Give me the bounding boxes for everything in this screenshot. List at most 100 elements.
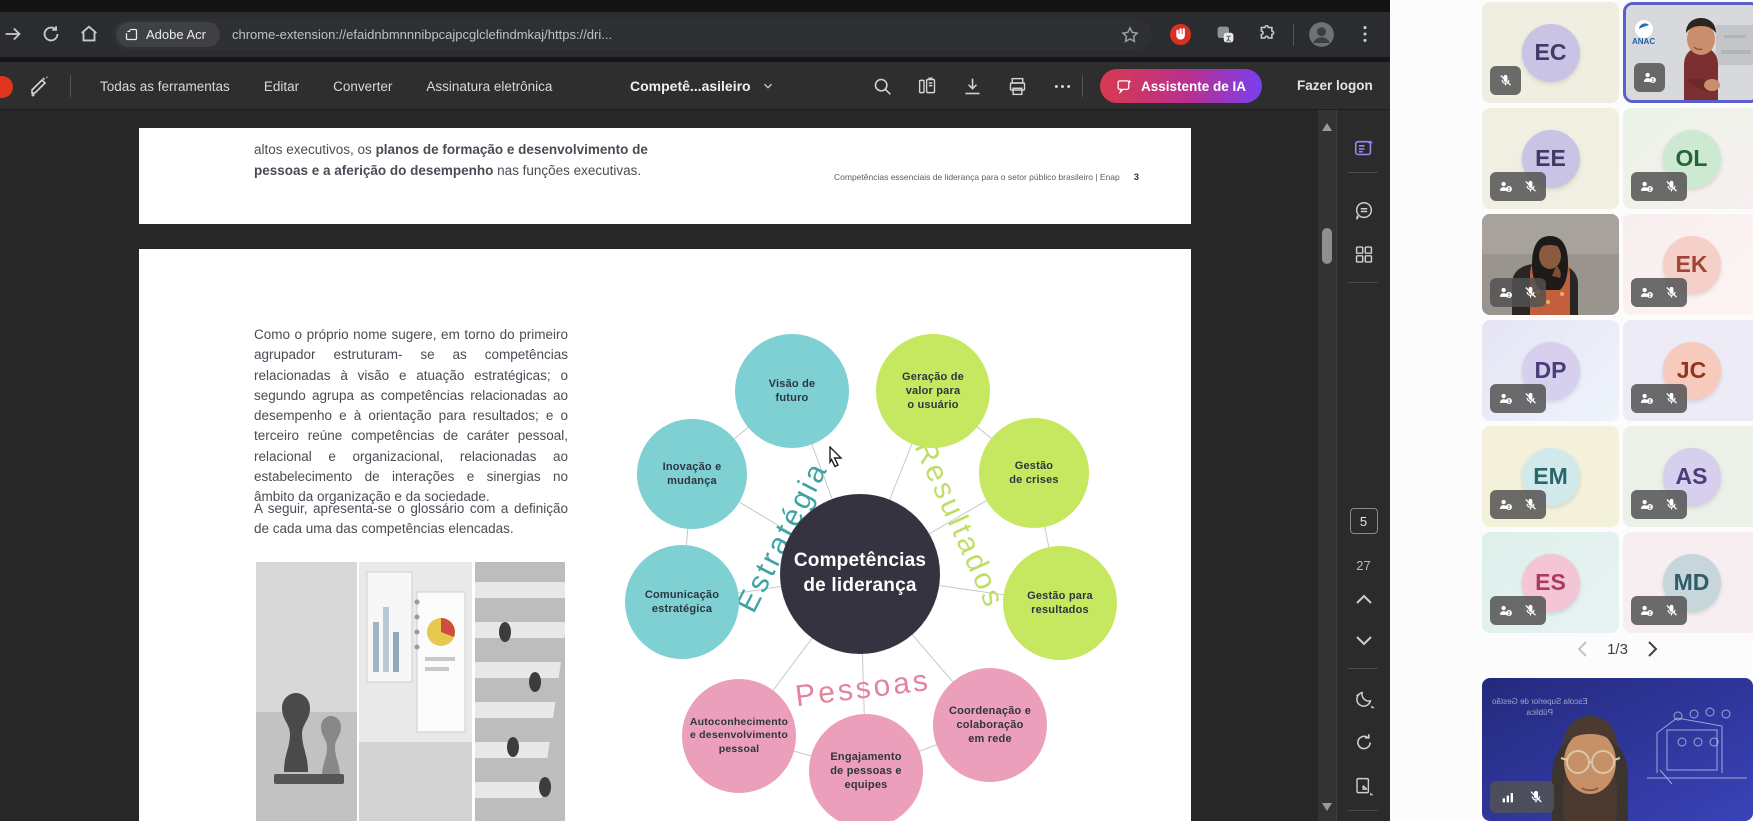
page-view-icon[interactable]	[917, 76, 938, 97]
tile-status-badge	[1490, 781, 1554, 813]
total-pages-label: 27	[1356, 558, 1370, 573]
participant-tile-ol[interactable]: OL	[1623, 108, 1753, 209]
scrollbar-thumb[interactable]	[1322, 228, 1332, 264]
rail-divider	[1348, 810, 1378, 811]
bubble-autoconhecimento: Autoconhecimento e desenvolvimento pesso…	[682, 679, 796, 793]
print-icon[interactable]	[1007, 76, 1028, 97]
scroll-down-arrow[interactable]	[1321, 802, 1333, 812]
window-titlebar	[0, 0, 1390, 12]
ai-assistant-panel-icon[interactable]	[1353, 138, 1375, 160]
download-icon[interactable]	[962, 76, 983, 97]
participant-tile-em[interactable]: EM	[1482, 426, 1619, 527]
participant-tile-jc[interactable]: JC	[1623, 320, 1753, 421]
browser-menu-kebab-icon[interactable]	[1354, 23, 1376, 45]
acrobat-right-rail: 5 27	[1337, 110, 1390, 821]
more-options-icon[interactable]	[1052, 76, 1073, 97]
ai-assistant-button[interactable]: Assistente de IA	[1100, 69, 1262, 103]
bubble-coordenacao: Coordenação e colaboração em rede	[933, 668, 1047, 782]
extensions-puzzle-icon[interactable]	[1257, 24, 1278, 45]
footer-page-number: 3	[1134, 172, 1139, 183]
bubble-gestao-para-resultados: Gestão para resultados	[1003, 546, 1117, 660]
reload-button[interactable]	[40, 23, 62, 45]
extension-chip-icon	[124, 27, 139, 42]
tile-status-badge	[1634, 63, 1665, 92]
search-icon[interactable]	[872, 76, 893, 97]
mouse-cursor	[826, 446, 846, 468]
participant-tile-ek[interactable]: EK	[1623, 214, 1753, 315]
page3-body-text: altos executivos, os planos de formação …	[254, 140, 684, 182]
participant-tile-md[interactable]: MD	[1623, 532, 1753, 633]
mic-muted-icon	[1523, 391, 1538, 406]
mic-muted-icon	[1664, 603, 1679, 618]
participant-alert-icon	[1639, 179, 1654, 194]
menu-edit[interactable]: Editar	[264, 79, 299, 94]
comments-panel-icon[interactable]	[1353, 200, 1375, 222]
document-title-control[interactable]: Competê...asileiro	[630, 62, 775, 110]
quick-tools-icon[interactable]	[28, 74, 52, 98]
previous-page-chevron-icon[interactable]	[1354, 592, 1374, 606]
pdf-page-3: altos executivos, os planos de formação …	[139, 128, 1191, 224]
participant-tile-as[interactable]: AS	[1623, 426, 1753, 527]
bubble-center-competencias: Competências de liderança	[780, 494, 940, 654]
viewer-scrollbar[interactable]	[1318, 110, 1336, 821]
participant-tile-ee[interactable]: EE	[1482, 108, 1619, 209]
toolbar-divider	[1293, 24, 1294, 46]
address-bar[interactable]: Adobe Acr chrome-extension://efaidnbmnnn…	[112, 19, 1152, 50]
previous-page-icon[interactable]	[1575, 640, 1589, 658]
rail-divider	[1348, 668, 1378, 669]
scroll-up-arrow[interactable]	[1321, 122, 1333, 132]
participant-alert-icon	[1498, 285, 1513, 300]
fit-page-icon[interactable]	[1353, 776, 1374, 797]
forward-button[interactable]	[2, 23, 24, 45]
photo-chess	[256, 562, 357, 821]
participant-alert-icon	[1498, 391, 1513, 406]
tile-status-badge	[1490, 66, 1521, 95]
anac-logo-label: ANAC	[1632, 37, 1655, 46]
participant-tile-speaker-video[interactable]: ANAC	[1623, 2, 1753, 103]
theme-moon-icon[interactable]	[1353, 688, 1375, 710]
mic-muted-icon	[1523, 497, 1538, 512]
participant-alert-icon	[1498, 497, 1513, 512]
participant-tile-video-2[interactable]	[1482, 214, 1619, 315]
adblock-extension-icon[interactable]	[1169, 23, 1192, 46]
mic-muted-icon	[1664, 391, 1679, 406]
next-page-chevron-icon[interactable]	[1354, 634, 1374, 648]
ai-assistant-icon	[1116, 78, 1133, 95]
bubble-inovacao-e-mudanca: Inovação e mudança	[637, 419, 747, 529]
meeting-panel: EC ANAC EE	[1390, 0, 1753, 821]
mic-muted-icon	[1523, 285, 1538, 300]
rotate-page-icon[interactable]	[1353, 732, 1374, 753]
participant-tile-ec[interactable]: EC	[1482, 2, 1619, 103]
menu-all-tools[interactable]: Todas as ferramentas	[100, 79, 230, 94]
bookmark-star-icon[interactable]	[1120, 25, 1140, 45]
home-button[interactable]	[78, 23, 100, 45]
profile-avatar[interactable]	[1308, 21, 1335, 48]
tile-status-badge	[1631, 596, 1687, 625]
screenshot-root: Adobe Acr chrome-extension://efaidnbmnnn…	[0, 0, 1753, 821]
mic-muted-icon	[1664, 497, 1679, 512]
next-page-icon[interactable]	[1646, 640, 1660, 658]
page3-footer: Competências essenciais de liderança par…	[834, 172, 1139, 183]
bubble-gestao-de-crises: Gestão de crises	[979, 418, 1089, 528]
organize-pages-icon[interactable]	[1353, 244, 1374, 265]
participant-tile-es[interactable]: ES	[1482, 532, 1619, 633]
tile-status-badge	[1631, 384, 1687, 413]
participant-alert-icon	[1639, 497, 1654, 512]
toolbar-divider	[1082, 75, 1083, 97]
participant-tile-dp[interactable]: DP	[1482, 320, 1619, 421]
tile-status-badge	[1490, 596, 1546, 625]
tile-status-badge	[1490, 278, 1546, 307]
mic-muted-icon	[1498, 73, 1513, 88]
tile-status-badge	[1490, 172, 1546, 201]
login-link[interactable]: Fazer logon	[1297, 78, 1373, 93]
bubble-comunicacao-estrategica: Comunicação estratégica	[625, 545, 739, 659]
bubble-visao-de-futuro: Visão de futuro	[735, 334, 849, 448]
current-page-input[interactable]: 5	[1350, 508, 1378, 534]
menu-esign[interactable]: Assinatura eletrônica	[426, 79, 552, 94]
secondary-extension-icon[interactable]	[1215, 24, 1236, 45]
presenter-video-tile[interactable]: Escola Superior de Gestão Pública	[1482, 678, 1753, 821]
menu-convert[interactable]: Converter	[333, 79, 392, 94]
participant-alert-icon	[1642, 70, 1657, 85]
extension-origin-chip[interactable]: Adobe Acr	[116, 22, 220, 47]
signal-bars-icon	[1500, 789, 1516, 805]
